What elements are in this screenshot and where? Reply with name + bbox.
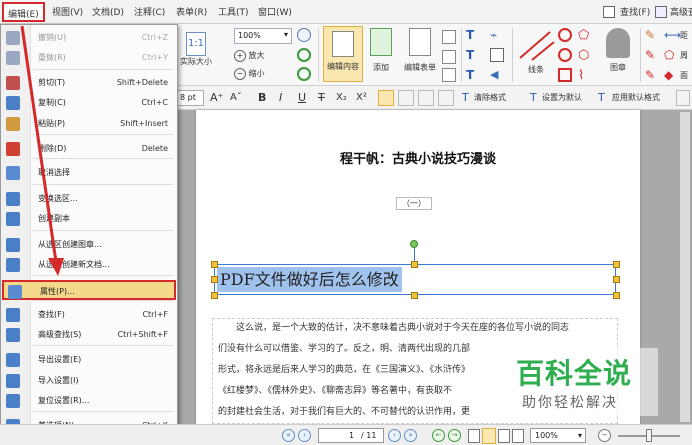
total-pages: / 11 xyxy=(361,431,377,440)
next-page-icon[interactable]: › xyxy=(388,429,401,442)
forward-icon[interactable]: → xyxy=(448,429,461,442)
zoom-slider-thumb[interactable] xyxy=(646,429,652,442)
current-page: 1 xyxy=(349,431,355,440)
annotation-arrow xyxy=(20,25,64,276)
status-bar: « ‹ 1 / 11 › » ← → 100% ▾ − xyxy=(0,424,692,445)
single-page-icon[interactable] xyxy=(468,429,480,443)
chevron-down-icon: ▾ xyxy=(577,431,582,440)
first-page-icon[interactable]: « xyxy=(282,429,295,442)
last-page-icon[interactable]: » xyxy=(404,429,417,442)
back-icon[interactable]: ← xyxy=(432,429,445,442)
zoom-level: 100% xyxy=(535,431,558,440)
continuous-facing-icon[interactable] xyxy=(512,429,524,443)
facing-page-icon[interactable] xyxy=(498,429,510,443)
previous-page-icon[interactable]: ‹ xyxy=(298,429,311,442)
zoom-select[interactable]: 100% ▾ xyxy=(530,428,586,443)
continuous-page-icon[interactable] xyxy=(482,428,496,444)
page-number-input[interactable]: 1 / 11 xyxy=(318,428,384,443)
zoom-out-icon[interactable]: − xyxy=(598,429,611,442)
